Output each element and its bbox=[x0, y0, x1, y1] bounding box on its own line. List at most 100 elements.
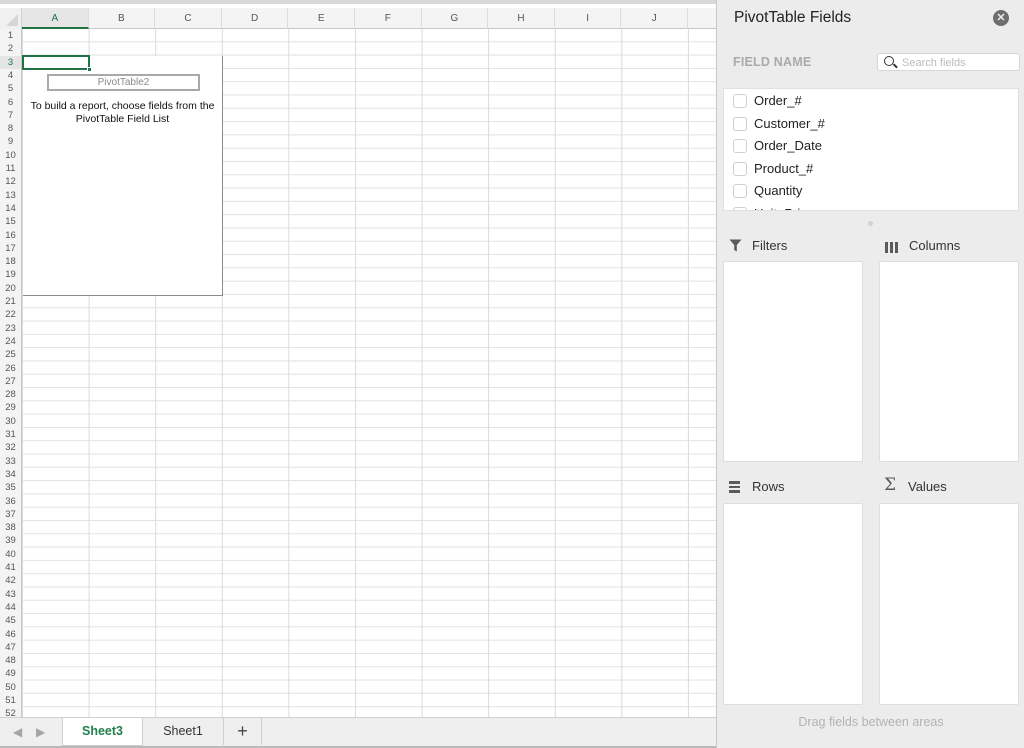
column-header-D[interactable]: D bbox=[222, 8, 289, 29]
column-header-H[interactable]: H bbox=[488, 8, 555, 29]
row-header-29[interactable]: 29 bbox=[0, 401, 21, 414]
row-header-35[interactable]: 35 bbox=[0, 481, 21, 494]
row-header-9[interactable]: 9 bbox=[0, 135, 21, 148]
column-header-C[interactable]: C bbox=[155, 8, 222, 29]
row-header-38[interactable]: 38 bbox=[0, 521, 21, 534]
field-checkbox[interactable] bbox=[733, 206, 747, 210]
row-header-1[interactable]: 1 bbox=[0, 29, 21, 42]
fill-handle[interactable] bbox=[87, 67, 92, 72]
rows-icon bbox=[729, 481, 740, 495]
row-header-26[interactable]: 26 bbox=[0, 362, 21, 375]
row-header-43[interactable]: 43 bbox=[0, 588, 21, 601]
column-header-F[interactable]: F bbox=[355, 8, 422, 29]
field-checkbox[interactable] bbox=[733, 116, 747, 131]
filters-drop-area[interactable] bbox=[723, 261, 863, 462]
add-sheet-button[interactable]: + bbox=[224, 718, 262, 745]
field-label: Order_Date bbox=[754, 138, 822, 153]
row-header-25[interactable]: 25 bbox=[0, 348, 21, 361]
row-header-45[interactable]: 45 bbox=[0, 614, 21, 627]
row-header-44[interactable]: 44 bbox=[0, 601, 21, 614]
row-header-30[interactable]: 30 bbox=[0, 415, 21, 428]
field-checkbox[interactable] bbox=[733, 139, 747, 153]
row-header-31[interactable]: 31 bbox=[0, 428, 21, 441]
drag-hint: Drag fields between areas bbox=[798, 715, 944, 729]
row-header-27[interactable]: 27 bbox=[0, 375, 21, 388]
field-item-customer[interactable]: Customer_# bbox=[724, 113, 1018, 135]
row-header-42[interactable]: 42 bbox=[0, 574, 21, 587]
row-header-19[interactable]: 19 bbox=[0, 268, 21, 281]
row-header-11[interactable]: 11 bbox=[0, 162, 21, 175]
sheet-tab-sheet1[interactable]: Sheet1 bbox=[143, 718, 224, 745]
row-header-40[interactable]: 40 bbox=[0, 548, 21, 561]
row-header-50[interactable]: 50 bbox=[0, 681, 21, 694]
row-header-41[interactable]: 41 bbox=[0, 561, 21, 574]
row-header-12[interactable]: 12 bbox=[0, 175, 21, 188]
field-item-order[interactable]: Order_# bbox=[724, 90, 1018, 112]
field-list[interactable]: Order_# Customer_# Order_Date Product_# Quan… bbox=[723, 88, 1019, 211]
row-header-48[interactable]: 48 bbox=[0, 654, 21, 667]
row-header-36[interactable]: 36 bbox=[0, 495, 21, 508]
row-header-21[interactable]: 21 bbox=[0, 295, 21, 308]
column-header-K[interactable] bbox=[688, 8, 716, 29]
row-header-3[interactable]: 3 bbox=[0, 55, 21, 69]
field-item-quantity[interactable]: Quantity bbox=[724, 180, 1018, 202]
row-header-14[interactable]: 14 bbox=[0, 202, 21, 215]
row-header-51[interactable]: 51 bbox=[0, 694, 21, 707]
rows-drop-area[interactable] bbox=[723, 503, 863, 705]
row-header-16[interactable]: 16 bbox=[0, 229, 21, 242]
column-header-J[interactable]: J bbox=[621, 8, 688, 29]
row-header-37[interactable]: 37 bbox=[0, 508, 21, 521]
row-header-17[interactable]: 17 bbox=[0, 242, 21, 255]
row-header-46[interactable]: 46 bbox=[0, 628, 21, 641]
search-fields-input[interactable] bbox=[902, 55, 1014, 70]
pivot-instructions-line2: PivotTable Field List bbox=[75, 113, 170, 125]
field-item-unit-price[interactable]: Unit_Price bbox=[724, 203, 1018, 210]
row-header-49[interactable]: 49 bbox=[0, 667, 21, 680]
row-header-20[interactable]: 20 bbox=[0, 282, 21, 295]
row-header-23[interactable]: 23 bbox=[0, 322, 21, 335]
field-checkbox[interactable] bbox=[733, 94, 747, 108]
column-header-row: ABCDEFGHIJ bbox=[0, 8, 716, 29]
row-header-15[interactable]: 15 bbox=[0, 215, 21, 228]
field-item-product[interactable]: Product_# bbox=[724, 158, 1018, 180]
row-header-24[interactable]: 24 bbox=[0, 335, 21, 348]
row-header-7[interactable]: 7 bbox=[0, 109, 21, 122]
column-header-I[interactable]: I bbox=[555, 8, 622, 29]
row-header-4[interactable]: 4 bbox=[0, 69, 21, 82]
column-header-E[interactable]: E bbox=[288, 8, 355, 29]
field-item-order-date[interactable]: Order_Date bbox=[724, 135, 1018, 157]
columns-drop-area[interactable] bbox=[879, 261, 1019, 462]
pivot-table-placeholder[interactable]: PivotTable2 To build a report, choose fi… bbox=[23, 56, 223, 296]
row-header-22[interactable]: 22 bbox=[0, 308, 21, 321]
row-header-32[interactable]: 32 bbox=[0, 441, 21, 454]
field-label: Customer_# bbox=[754, 115, 825, 131]
search-fields-box[interactable] bbox=[877, 53, 1020, 71]
column-header-G[interactable]: G bbox=[422, 8, 489, 29]
chevron-left-icon[interactable]: ◀ bbox=[13, 725, 22, 739]
selected-cell-A3[interactable] bbox=[22, 55, 92, 72]
splitter-handle[interactable] bbox=[868, 221, 873, 226]
sheet-tab-sheet3[interactable]: Sheet3 bbox=[62, 718, 143, 745]
row-header-10[interactable]: 10 bbox=[0, 149, 21, 162]
pivot-table-name: PivotTable2 bbox=[47, 74, 200, 91]
row-header-8[interactable]: 8 bbox=[0, 122, 21, 135]
row-header-47[interactable]: 47 bbox=[0, 641, 21, 654]
row-header-6[interactable]: 6 bbox=[0, 96, 21, 109]
column-header-A[interactable]: A bbox=[22, 8, 89, 29]
row-header-39[interactable]: 39 bbox=[0, 534, 21, 547]
field-checkbox[interactable] bbox=[733, 161, 747, 176]
row-header-18[interactable]: 18 bbox=[0, 255, 21, 268]
row-header-28[interactable]: 28 bbox=[0, 388, 21, 401]
row-header-2[interactable]: 2 bbox=[0, 42, 21, 55]
row-header-5[interactable]: 5 bbox=[0, 82, 21, 95]
column-header-B[interactable]: B bbox=[89, 8, 156, 29]
field-checkbox[interactable] bbox=[733, 184, 747, 198]
close-icon[interactable]: ✕ bbox=[993, 10, 1009, 26]
select-all-corner[interactable] bbox=[0, 8, 22, 29]
chevron-right-icon[interactable]: ▶ bbox=[36, 725, 45, 739]
values-drop-area[interactable] bbox=[879, 503, 1019, 705]
row-header-34[interactable]: 34 bbox=[0, 468, 21, 481]
row-header-13[interactable]: 13 bbox=[0, 189, 21, 202]
row-header-33[interactable]: 33 bbox=[0, 455, 21, 468]
row-header-52[interactable]: 52 bbox=[0, 707, 21, 717]
